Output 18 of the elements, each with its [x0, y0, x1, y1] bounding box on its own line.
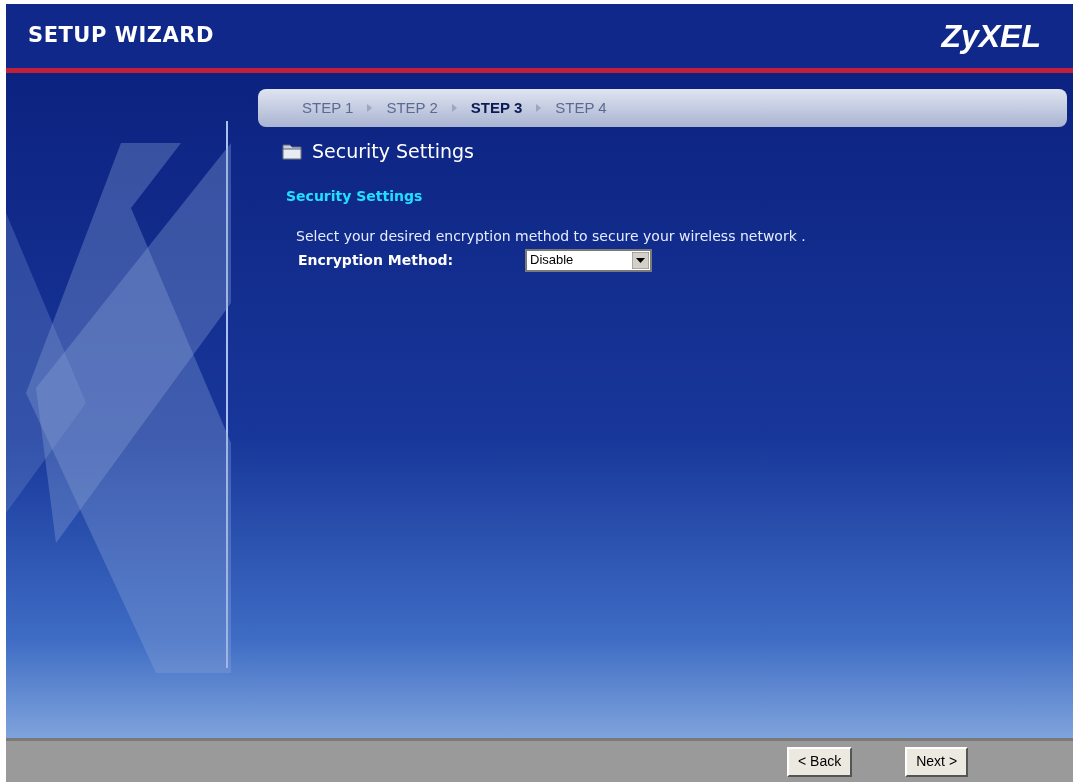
arrow-icon [367, 104, 373, 112]
step-label: STEP 2 [386, 97, 438, 118]
page-title: Security Settings [312, 139, 474, 164]
description-text: Select your desired encryption method to secure your wireless network . [296, 226, 807, 246]
logo: ZyXEL [941, 17, 1041, 56]
wizard-title: SETUP WIZARD [28, 22, 214, 50]
step-label: STEP 3 [470, 97, 523, 118]
section-heading: Security Settings [286, 186, 424, 206]
arrow-icon [536, 104, 542, 112]
back-button[interactable]: < Back [787, 746, 853, 777]
step-label: STEP 1 [302, 97, 354, 118]
arrow-icon [451, 104, 457, 112]
folder-icon [282, 142, 302, 160]
encryption-select[interactable]: Disable [525, 248, 652, 272]
next-button[interactable]: Next > [905, 746, 969, 777]
field-label: Encryption Method: [298, 250, 455, 270]
caret-icon [632, 251, 649, 269]
step-label: STEP 4 [555, 97, 607, 118]
